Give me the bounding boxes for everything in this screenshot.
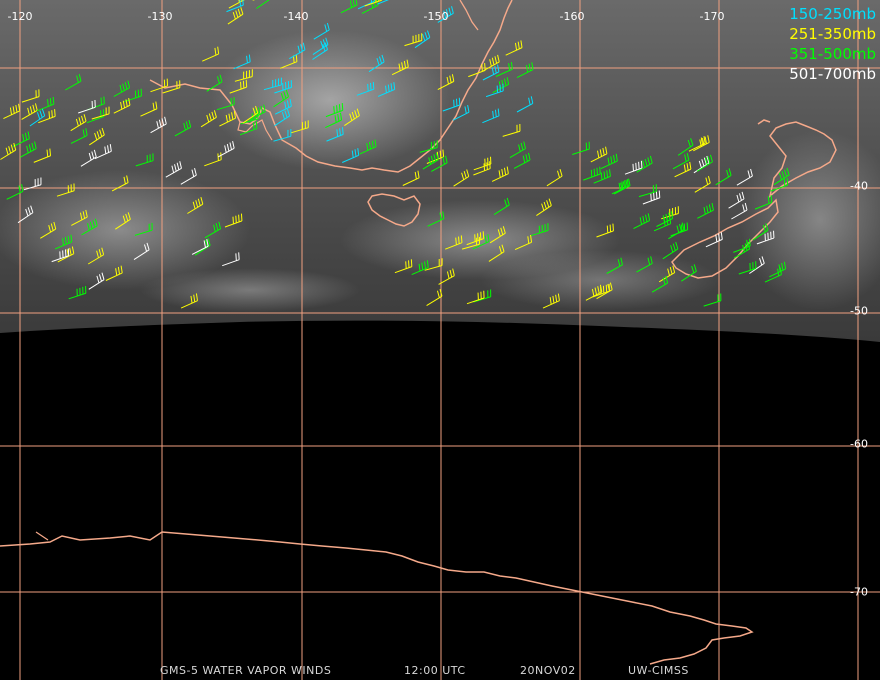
pressure-level-legend: 150-250mb 251-350mb 351-500mb 501-700mb (789, 4, 876, 84)
antarctica-inlet (35, 531, 49, 541)
map-canvas: -120 -130 -140 -150 -160 -170 -40 -50 -60 -70 15… (0, 0, 880, 680)
longitude-label: -130 (147, 10, 173, 23)
product-source: UW-CIMSS (628, 664, 689, 677)
longitude-label: -160 (559, 10, 585, 23)
product-name: GMS-5 WATER VAPOR WINDS (160, 664, 332, 677)
longitude-label: -140 (283, 10, 309, 23)
longitude-label: -120 (7, 10, 33, 23)
latitude-label: -70 (850, 585, 868, 599)
latitude-label: -40 (850, 179, 868, 193)
latitude-label: -60 (850, 437, 868, 451)
legend-item-150-250: 150-250mb (789, 5, 876, 23)
map-graphic (0, 0, 880, 680)
antarctica-coastline (0, 531, 754, 665)
legend-item-251-350: 251-350mb (789, 25, 876, 43)
latitude-label: -50 (850, 304, 868, 318)
product-footer: GMS-5 WATER VAPOR WINDS 12:00 UTC 20NOV0… (0, 664, 880, 678)
legend-item-351-500: 351-500mb (789, 45, 876, 63)
product-time: 12:00 UTC (404, 664, 466, 677)
legend-item-501-700: 501-700mb (789, 65, 876, 83)
product-date: 20NOV02 (520, 664, 576, 677)
longitude-label: -170 (699, 10, 725, 23)
longitude-label: -150 (423, 10, 449, 23)
